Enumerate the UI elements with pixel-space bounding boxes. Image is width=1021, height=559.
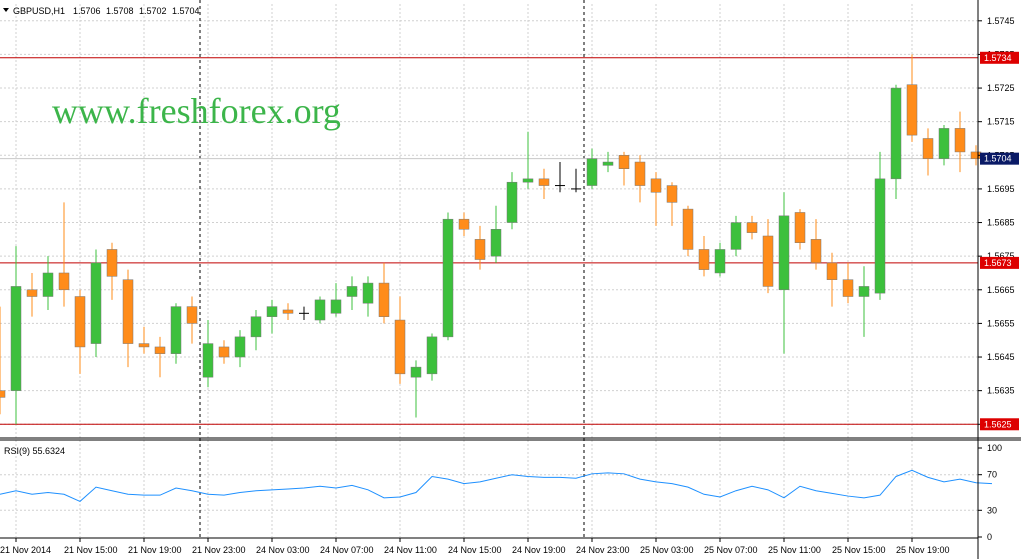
time-tick-label: 21 Nov 15:00 <box>64 545 118 555</box>
candle-body-bear[interactable] <box>538 178 550 186</box>
candle-body-bull[interactable] <box>362 282 374 304</box>
candle-body-bear[interactable] <box>474 239 486 260</box>
candle-body-bear[interactable] <box>74 296 86 348</box>
candle-body-bear[interactable] <box>0 390 6 398</box>
candle-body-bull[interactable] <box>266 306 278 317</box>
candle-body-bear[interactable] <box>906 84 918 136</box>
candle-body-bull[interactable] <box>890 87 902 180</box>
candle-body-bull[interactable] <box>730 222 742 250</box>
candle-body-bear[interactable] <box>106 249 118 277</box>
price-tick-label: 1.5655 <box>987 318 1015 328</box>
rsi-tick-label: 30 <box>987 505 997 515</box>
candle-body-bear[interactable] <box>154 346 166 354</box>
time-tick-label: 24 Nov 11:00 <box>384 545 437 555</box>
candle-body-bear[interactable] <box>138 343 150 348</box>
candle-body-bull[interactable] <box>778 215 790 291</box>
candle-body-bear[interactable] <box>618 155 630 169</box>
candle-body-bull[interactable] <box>938 128 950 159</box>
candle-body-bull[interactable] <box>602 161 614 166</box>
candle-body-bear[interactable] <box>218 346 230 358</box>
candle-body-bear[interactable] <box>682 208 694 250</box>
candle-body-bear[interactable] <box>826 262 838 280</box>
time-tick-label: 24 Nov 03:00 <box>256 545 310 555</box>
level-badge-label: 1.5673 <box>984 258 1012 268</box>
candle-body-bear[interactable] <box>26 289 38 297</box>
rsi-label: RSI(9) 55.6324 <box>4 446 65 456</box>
candle-body-bull[interactable] <box>858 286 870 297</box>
current-price-label: 1.5704 <box>984 154 1012 164</box>
header-low: 1.5702 <box>139 6 167 16</box>
candle-body-bull[interactable] <box>234 336 246 358</box>
candle-body-bull[interactable] <box>330 299 342 314</box>
time-tick-label: 21 Nov 23:00 <box>192 545 246 555</box>
candle-body-bear[interactable] <box>954 128 966 153</box>
time-tick-label: 21 Nov 19:00 <box>128 545 182 555</box>
candle-body-bear[interactable] <box>762 235 774 287</box>
candle-body-bull[interactable] <box>250 316 262 338</box>
price-tick-label: 1.5685 <box>987 218 1015 228</box>
candle-body-bear[interactable] <box>122 279 134 344</box>
level-badge-label: 1.5625 <box>984 419 1012 429</box>
candle-body-bull[interactable] <box>522 178 534 183</box>
candle-body-bull[interactable] <box>42 272 54 297</box>
candle-body-bear[interactable] <box>634 161 646 186</box>
candle-body-bull[interactable] <box>314 299 326 321</box>
time-tick-label: 21 Nov 2014 <box>0 545 51 555</box>
candle-body-bear[interactable] <box>794 212 806 243</box>
header-high: 1.5708 <box>106 6 134 16</box>
time-tick-label: 25 Nov 19:00 <box>896 545 950 555</box>
price-tick-label: 1.5665 <box>987 285 1015 295</box>
time-tick-label: 24 Nov 23:00 <box>576 545 630 555</box>
candle-body-bear[interactable] <box>746 222 758 233</box>
time-tick-label: 25 Nov 15:00 <box>832 545 886 555</box>
candle-body-bull[interactable] <box>202 343 214 378</box>
price-tick-label: 1.5725 <box>987 83 1015 93</box>
price-tick-label: 1.5745 <box>987 16 1015 26</box>
time-tick-label: 25 Nov 07:00 <box>704 545 758 555</box>
candle-body-bear[interactable] <box>922 138 934 159</box>
candle-body-bear[interactable] <box>666 185 678 203</box>
candle-body-bear[interactable] <box>698 249 710 270</box>
candle-body-bull[interactable] <box>90 262 102 344</box>
price-tick-label: 1.5645 <box>987 352 1015 362</box>
time-tick-label: 24 Nov 19:00 <box>512 545 566 555</box>
candle-body-bull[interactable] <box>346 286 358 297</box>
time-tick-label: 25 Nov 11:00 <box>768 545 821 555</box>
time-tick-label: 24 Nov 07:00 <box>320 545 374 555</box>
header-close: 1.5704 <box>172 6 200 16</box>
candle-body-bear[interactable] <box>842 279 854 297</box>
rsi-tick-label: 70 <box>987 470 997 480</box>
time-tick-label: 24 Nov 15:00 <box>448 545 502 555</box>
watermark: www.freshforex.org <box>52 91 341 131</box>
time-tick-label: 25 Nov 03:00 <box>640 545 694 555</box>
candle-body-bull[interactable] <box>506 181 518 223</box>
candle-body-bull[interactable] <box>10 286 22 391</box>
chart-window[interactable]: 1.57451.57351.57251.57151.57051.56951.56… <box>0 0 1021 559</box>
candle-body-bull[interactable] <box>714 249 726 274</box>
candle-body-bull[interactable] <box>170 306 182 354</box>
candle-body-bear[interactable] <box>650 178 662 193</box>
price-tick-label: 1.5715 <box>987 117 1015 127</box>
header-open: 1.5706 <box>73 6 101 16</box>
candle-body-bull[interactable] <box>426 336 438 375</box>
candle-body-bull[interactable] <box>442 218 454 338</box>
candle-body-bear[interactable] <box>458 218 470 230</box>
rsi-tick-label: 0 <box>987 532 992 542</box>
candle-body-bear[interactable] <box>282 309 294 314</box>
candle-body-bull[interactable] <box>586 158 598 186</box>
price-tick-label: 1.5695 <box>987 184 1015 194</box>
candle-body-bear[interactable] <box>810 239 822 264</box>
level-badge-label: 1.5734 <box>984 53 1012 63</box>
rsi-tick-label: 100 <box>987 443 1002 453</box>
candle-body-bear[interactable] <box>58 272 70 291</box>
candle-body-bear[interactable] <box>394 319 406 375</box>
candle-body-bull[interactable] <box>410 366 422 378</box>
header-symbol: GBPUSD,H1 <box>13 6 65 16</box>
candle-body-bear[interactable] <box>186 306 198 324</box>
candle-body-bull[interactable] <box>874 178 886 294</box>
candle-body-bear[interactable] <box>378 282 390 317</box>
candle-body-bull[interactable] <box>490 229 502 257</box>
price-tick-label: 1.5635 <box>987 386 1015 396</box>
